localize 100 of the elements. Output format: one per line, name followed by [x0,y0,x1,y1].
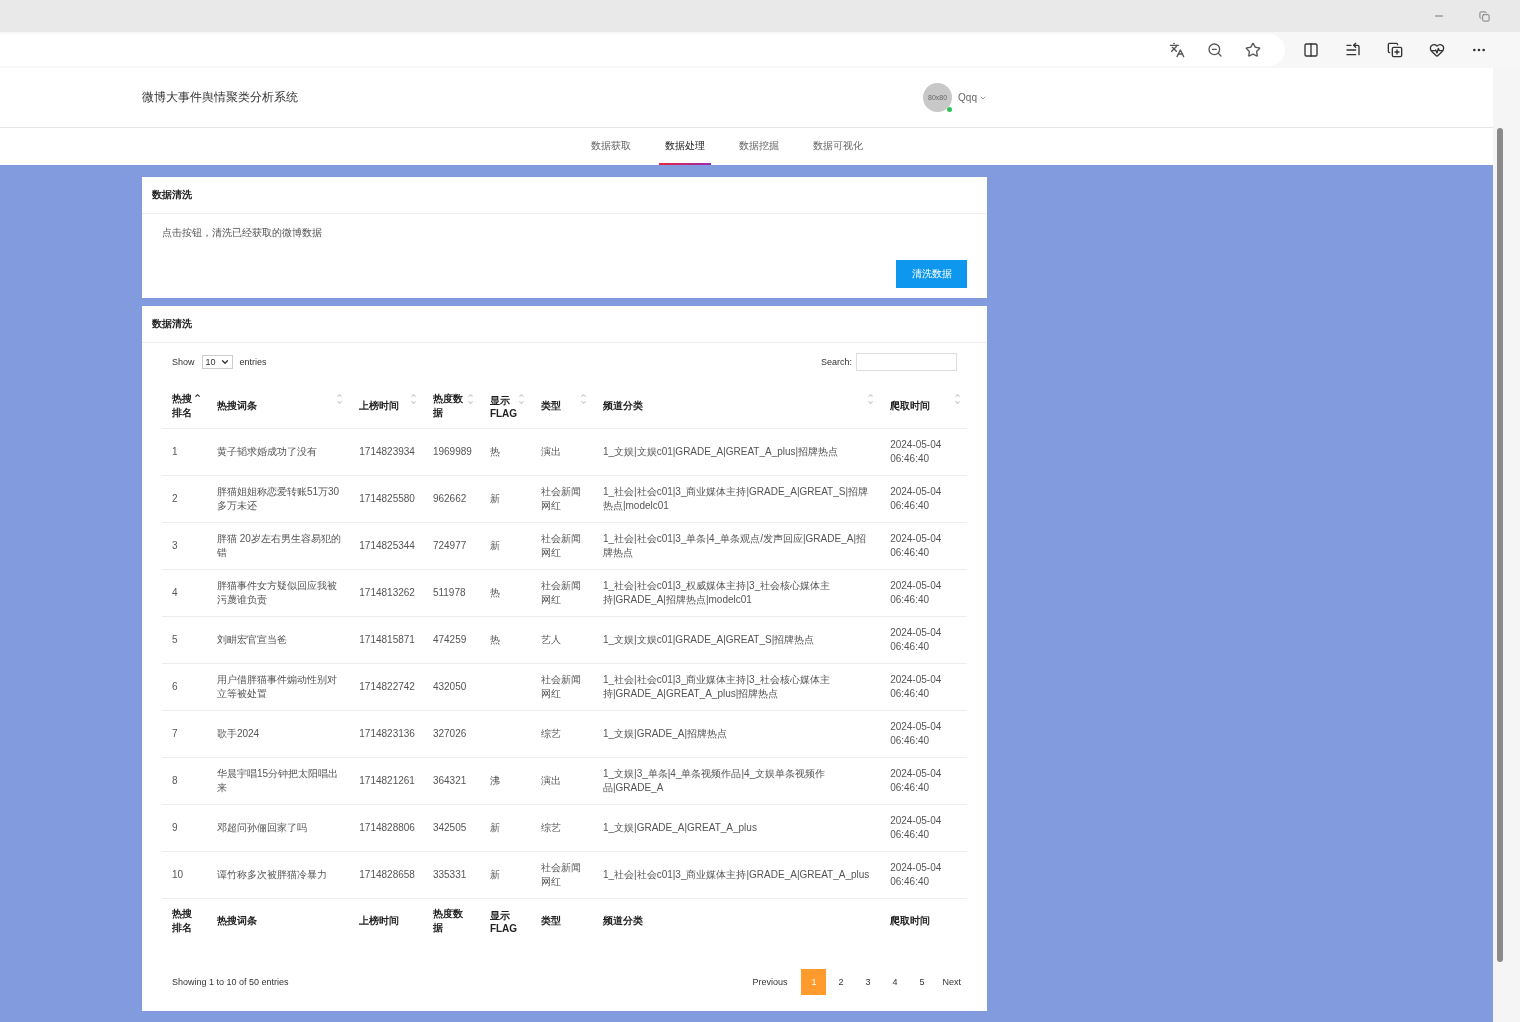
table-cell: 用户借胖猫事件煽动性别对立等被处置 [206,663,350,711]
card-title: 数据清洗 [142,306,987,343]
column-header[interactable]: 频道分类 [592,384,881,429]
table-cell: 综艺 [531,804,593,852]
table-cell: 胖猫 20岁左右男生容易犯的错 [206,522,350,570]
show-label: Show [172,356,195,367]
column-header[interactable]: 爬取时间 [880,384,967,429]
table-cell: 1_文娱|GRADE_A|GREAT_A_plus [592,804,881,852]
table-cell: 1 [162,428,207,476]
table-cell: 黄子韬求婚成功了没有 [206,428,350,476]
page-button[interactable]: 4 [882,969,908,995]
table-cell: 邓超问孙俪回家了吗 [206,804,350,852]
table-cell: 962662 [422,475,480,523]
column-header[interactable]: 热搜排名 [162,384,207,429]
table-cell: 2024-05-04 06:46:40 [880,804,967,852]
table-cell: 335331 [422,851,480,899]
table-cell: 4 [162,569,207,617]
column-footer: 上榜时间 [349,898,423,943]
page-button[interactable]: 2 [828,969,854,995]
table-cell: 1714822742 [349,663,423,711]
search-field[interactable] [856,352,957,371]
table-cell: 1714828658 [349,851,423,899]
table-cell: 2024-05-04 06:46:40 [880,851,967,899]
table-cell: 社会新闻网红 [531,851,593,899]
zoom-out-icon[interactable] [1207,42,1223,58]
table-cell: 6 [162,663,207,711]
table-cell: 沸 [479,757,532,805]
table-cell: 社会新闻网红 [531,475,593,523]
table-cell: 1_文娱|3_单条|4_单条视频作品|4_文娱单条视频作品|GRADE_A [592,757,881,805]
page-button[interactable]: 5 [909,969,935,995]
column-header[interactable]: 显示FLAG [479,384,532,429]
table-cell: 艺人 [531,616,593,664]
table-cell: 1714825344 [349,522,423,570]
table-cell: 2 [162,475,207,523]
nav-tab[interactable]: 数据可视化 [806,128,869,165]
table-cell: 1_社会|社会c01|3_商业媒体主持|3_社会核心媒体主持|GRADE_A|GREAT_A_plus|招牌热点 [592,663,881,711]
table-cell: 热 [479,428,532,476]
table-cell: 364321 [422,757,480,805]
table-cell: 1714823136 [349,710,423,758]
table-cell: 社会新闻网红 [531,569,593,617]
favorite-star-icon[interactable] [1245,42,1261,58]
table-cell: 327026 [422,710,480,758]
split-screen-icon[interactable] [1303,42,1319,58]
column-header[interactable]: 热度数据 [422,384,480,429]
table-cell: 1714823934 [349,428,423,476]
table-cell: 2024-05-04 06:46:40 [880,616,967,664]
table-cell: 1_社会|社会c01|3_商业媒体主持|GRADE_A|GREAT_S|招牌热点|modelc01 [592,475,881,523]
page-size-select[interactable]: 10 [201,354,233,369]
next-button[interactable]: Next [936,969,967,995]
table-cell: 1714813262 [349,569,423,617]
table-cell: 5 [162,616,207,664]
table-cell: 2024-05-04 06:46:40 [880,710,967,758]
table-cell: 474259 [422,616,480,664]
table-cell: 1_社会|社会c01|3_单条|4_单条观点/发声回应|GRADE_A|招牌热点 [592,522,881,570]
table-cell: 新 [479,804,532,852]
table-cell: 1_社会|社会c01|3_商业媒体主持|GRADE_A|GREAT_A_plus [592,851,881,899]
nav-tab[interactable]: 数据处理 [658,128,711,165]
collections-icon[interactable] [1387,42,1403,58]
table-cell: 刘畊宏官宣当爸 [206,616,350,664]
table-cell: 1714821261 [349,757,423,805]
column-header[interactable]: 类型 [531,384,593,429]
table-cell: 724977 [422,522,480,570]
column-header[interactable]: 上榜时间 [349,384,423,429]
column-footer: 频道分类 [592,898,881,943]
previous-button[interactable]: Previous [746,969,794,995]
table-cell: 342505 [422,804,480,852]
table-cell: 胖猫姐姐称恋爱转账51万30多万未还 [206,475,350,523]
table-cell: 1714815871 [349,616,423,664]
scrollbar[interactable] [1493,68,1520,1022]
favorites-icon[interactable] [1345,42,1361,58]
table-cell: 新 [479,851,532,899]
translate-icon[interactable] [1169,42,1185,58]
table-cell: 9 [162,804,207,852]
nav-tab[interactable]: 数据获取 [584,128,637,165]
table-cell: 2024-05-04 06:46:40 [880,475,967,523]
table-cell: 综艺 [531,710,593,758]
card-text: 点击按钮，清洗已经获取的微博数据 [161,226,323,240]
heart-icon[interactable] [1429,42,1445,58]
card-title: 数据清洗 [142,177,987,214]
table-cell: 谭竹称多次被胖猫冷暴力 [206,851,350,899]
table-cell: 7 [162,710,207,758]
table-cell: 2024-05-04 06:46:40 [880,428,967,476]
page-button[interactable]: 3 [855,969,881,995]
restore-icon[interactable] [1479,10,1490,22]
table-cell: 热 [479,616,532,664]
table-cell: 1_社会|社会c01|3_权威媒体主持|3_社会核心媒体主持|GRADE_A|招牌热点|modelc01 [592,569,881,617]
table-cell: 2024-05-04 06:46:40 [880,757,967,805]
nav-tab[interactable]: 数据挖掘 [732,128,785,165]
table-cell: 新 [479,475,532,523]
table-cell: 歌手2024 [206,710,350,758]
column-header[interactable]: 热搜词条 [206,384,350,429]
table-cell: 2024-05-04 06:46:40 [880,569,967,617]
column-footer: 爬取时间 [880,898,967,943]
table-cell: 432050 [422,663,480,711]
table-cell: 新 [479,522,532,570]
app-title: 微博大事件舆情聚类分析系统 [142,89,298,106]
user-menu[interactable]: Qqq [958,92,987,103]
table-cell: 1714825580 [349,475,423,523]
table-cell: 3 [162,522,207,570]
table-cell: 社会新闻网红 [531,663,593,711]
